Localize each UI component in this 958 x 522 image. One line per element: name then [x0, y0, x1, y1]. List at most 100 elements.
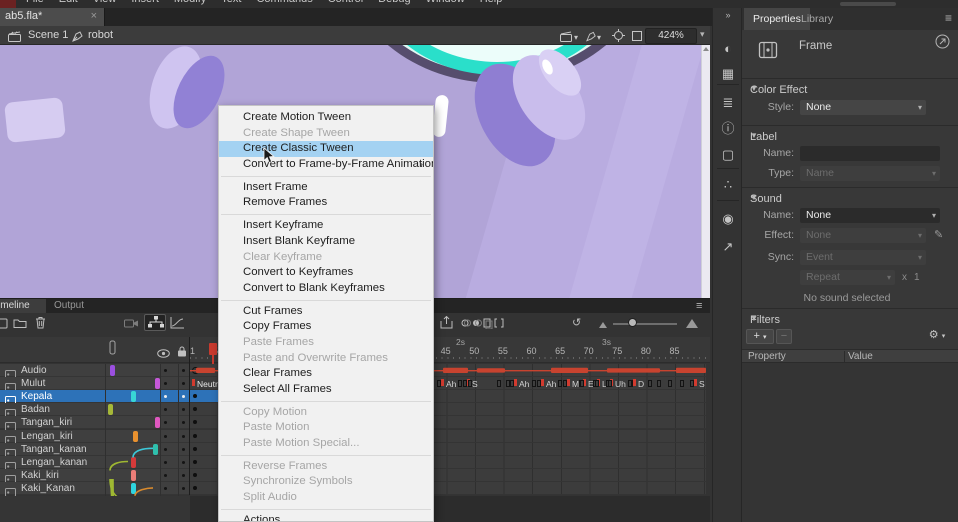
context-menu-item-insert-frame[interactable]: Insert Frame — [219, 180, 433, 196]
lock-dot[interactable] — [182, 421, 185, 424]
export-frames-icon[interactable] — [440, 316, 453, 334]
tab-library[interactable]: Library — [792, 8, 842, 30]
lock-dot[interactable] — [182, 474, 185, 477]
menu-item-help[interactable]: Help — [480, 0, 503, 5]
panel-menu-icon[interactable]: ≡ — [696, 300, 702, 312]
layer-row-kaki_kanan[interactable]: Kaki_Kanan — [0, 482, 190, 495]
lock-dot[interactable] — [182, 487, 185, 490]
timeline-zoom-slider[interactable] — [613, 323, 677, 325]
layer-row-tangan_kiri[interactable]: Tangan_kiri — [0, 416, 190, 429]
parent-marker[interactable] — [131, 483, 136, 494]
edit-scene-icon[interactable]: ▾ — [560, 29, 578, 47]
lock-dot[interactable] — [182, 369, 185, 372]
visibility-dot[interactable] — [164, 395, 167, 398]
onion-skin-icon[interactable] — [461, 316, 471, 334]
timeline-zoom-knob[interactable] — [628, 318, 637, 327]
breadcrumb-scene[interactable]: Scene 1 — [28, 29, 68, 41]
add-filter-button[interactable]: + ▾ — [746, 329, 774, 344]
zoom-level-select[interactable]: 424% — [645, 28, 697, 44]
visibility-dot[interactable] — [164, 435, 167, 438]
menu-item-text[interactable]: Text — [221, 0, 241, 5]
lock-icon[interactable] — [177, 344, 187, 362]
visibility-dot[interactable] — [164, 461, 167, 464]
loop-playback-icon[interactable]: ↺ — [572, 316, 581, 329]
context-menu-item-cut-frames[interactable]: Cut Frames — [219, 304, 433, 320]
context-menu-item-actions[interactable]: Actions — [219, 513, 433, 522]
visibility-dot[interactable] — [164, 487, 167, 490]
menu-item-file[interactable]: File — [26, 0, 44, 5]
context-menu-item-select-all-frames[interactable]: Select All Frames — [219, 382, 433, 398]
menu-item-control[interactable]: Control — [328, 0, 363, 5]
section-color-effect[interactable]: ▼Color Effect — [750, 84, 807, 96]
edit-symbol-icon[interactable]: ▾ — [586, 29, 601, 47]
parent-marker[interactable] — [153, 444, 158, 455]
cc-libraries-panel-icon[interactable]: ◉ — [713, 208, 743, 230]
section-filters[interactable]: ▼Filters — [750, 314, 780, 326]
layer-row-kaki_kiri[interactable]: Kaki_kiri — [0, 469, 190, 482]
context-menu-item-copy-frames[interactable]: Copy Frames — [219, 319, 433, 335]
layer-row-tangan_kanan[interactable]: Tangan_kanan — [0, 443, 190, 456]
style-select[interactable]: None▾ — [800, 100, 926, 115]
visibility-dot[interactable] — [164, 369, 167, 372]
parent-marker[interactable] — [155, 378, 160, 389]
breadcrumb-symbol[interactable]: robot — [88, 29, 113, 41]
context-menu-item-convert-to-keyframes[interactable]: Convert to Keyframes — [219, 265, 433, 281]
lock-dot[interactable] — [182, 435, 185, 438]
motion-graph-panel-icon[interactable]: ↗ — [713, 236, 743, 258]
lock-dot[interactable] — [182, 448, 185, 451]
scroll-up-icon[interactable] — [703, 47, 709, 51]
edit-multiple-frames-icon[interactable] — [483, 316, 493, 334]
visibility-dot[interactable] — [164, 421, 167, 424]
filter-options-gear-icon[interactable]: ⚙ ▾ — [922, 329, 952, 344]
visibility-dot[interactable] — [164, 382, 167, 385]
workspace-switcher[interactable] — [840, 2, 896, 6]
label-name-input[interactable] — [800, 146, 940, 161]
menu-item-edit[interactable]: Edit — [59, 0, 78, 5]
color-panel-icon[interactable]: ◐ — [713, 38, 743, 60]
swatches-panel-icon[interactable]: ▦ — [713, 63, 743, 85]
chevron-down-icon[interactable]: ▾ — [700, 29, 705, 40]
info-panel-icon[interactable]: ⓘ — [713, 118, 743, 140]
document-tab[interactable]: ab5.fla* × — [0, 8, 105, 26]
timeline-zoom-out-icon[interactable] — [599, 322, 607, 328]
context-menu-item-convert-to-blank-keyframes[interactable]: Convert to Blank Keyframes — [219, 281, 433, 297]
playhead[interactable] — [209, 343, 217, 355]
lock-dot[interactable] — [182, 382, 185, 385]
context-menu-item-remove-frames[interactable]: Remove Frames — [219, 195, 433, 211]
tab-output[interactable]: Output — [54, 299, 84, 313]
layer-row-badan[interactable]: Badan — [0, 403, 190, 416]
show-parenting-view-button[interactable] — [144, 314, 166, 331]
menu-item-commands[interactable]: Commands — [256, 0, 312, 5]
parent-marker[interactable] — [131, 391, 136, 402]
menu-item-insert[interactable]: Insert — [131, 0, 159, 5]
new-folder-button[interactable] — [13, 316, 27, 334]
context-menu-item-create-motion-tween[interactable]: Create Motion Tween — [219, 110, 433, 126]
circle-arrow-icon[interactable] — [935, 34, 950, 54]
context-menu-item-clear-frames[interactable]: Clear Frames — [219, 366, 433, 382]
menu-item-modify[interactable]: Modify — [174, 0, 206, 5]
parent-marker[interactable] — [108, 404, 113, 415]
parent-marker[interactable] — [110, 365, 115, 376]
edit-sound-pencil-icon[interactable]: ✎ — [934, 228, 943, 241]
align-panel-icon[interactable]: ≣ — [713, 92, 743, 114]
context-menu-item-insert-keyframe[interactable]: Insert Keyframe — [219, 218, 433, 234]
layer-row-lengan_kiri[interactable]: Lengan_kiri — [0, 430, 190, 443]
delete-layer-trash-icon[interactable] — [35, 316, 46, 334]
section-label[interactable]: ▼Label — [750, 131, 777, 143]
lock-dot[interactable] — [182, 461, 185, 464]
context-menu-item-create-classic-tween[interactable]: Create Classic Tween — [219, 141, 433, 157]
lock-dot[interactable] — [182, 408, 185, 411]
menu-item-view[interactable]: View — [93, 0, 117, 5]
onion-skin-outline-icon[interactable] — [472, 316, 482, 334]
camera-icon[interactable] — [124, 316, 139, 334]
panel-menu-icon[interactable]: ≡ — [945, 11, 952, 25]
parent-marker[interactable] — [131, 470, 136, 481]
layer-row-kepala[interactable]: Kepala — [0, 390, 190, 403]
center-frame-icon[interactable] — [612, 29, 625, 47]
menu-item-debug[interactable]: Debug — [378, 0, 410, 5]
clip-content-icon[interactable] — [631, 29, 643, 47]
parent-marker[interactable] — [155, 417, 160, 428]
graph-editor-icon[interactable] — [170, 316, 185, 334]
close-icon[interactable]: × — [91, 10, 97, 22]
stage-vertical-scrollbar[interactable] — [701, 45, 710, 298]
